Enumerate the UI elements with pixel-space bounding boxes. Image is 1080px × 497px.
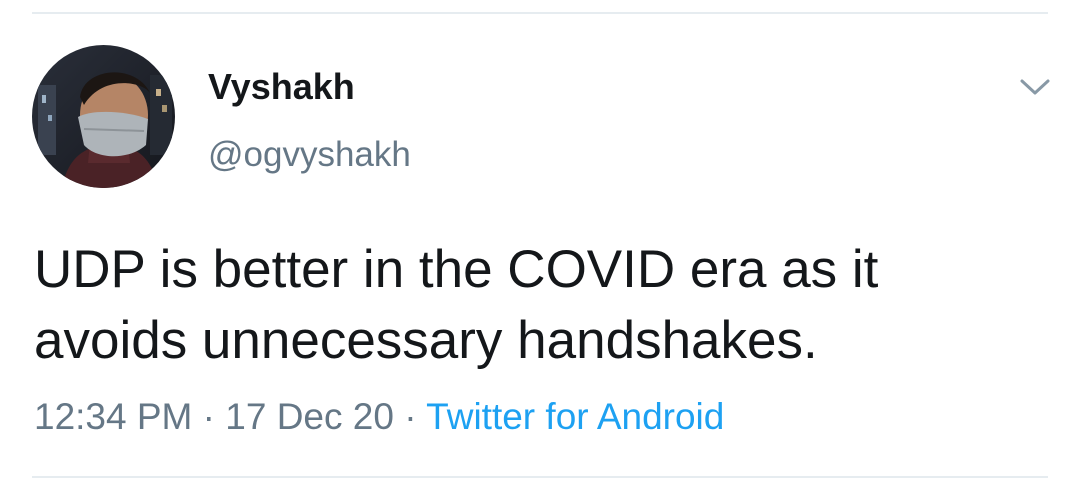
avatar-photo-icon <box>32 45 175 188</box>
top-divider <box>32 12 1048 14</box>
user-avatar[interactable] <box>32 45 175 188</box>
chevron-down-icon <box>1020 79 1050 95</box>
tweet-text-line: UDP is better in the COVID era as it <box>34 240 879 299</box>
bottom-divider <box>32 476 1048 478</box>
tweet-text: UDP is better in the COVID era as it avo… <box>34 234 1044 376</box>
meta-separator: · <box>202 396 215 437</box>
tweet-meta: 12:34 PM · 17 Dec 20 · Twitter for Andro… <box>34 396 724 438</box>
tweet-text-line: avoids unnecessary handshakes. <box>34 311 818 370</box>
user-display-name[interactable]: Vyshakh <box>208 66 355 108</box>
tweet-source-link[interactable]: Twitter for Android <box>426 396 724 437</box>
tweet-options-button[interactable] <box>1018 72 1052 102</box>
meta-separator: · <box>404 396 417 437</box>
tweet-time[interactable]: 12:34 PM <box>34 396 192 437</box>
tweet-date[interactable]: 17 Dec 20 <box>225 396 394 437</box>
user-handle[interactable]: @ogvyshakh <box>208 135 411 175</box>
